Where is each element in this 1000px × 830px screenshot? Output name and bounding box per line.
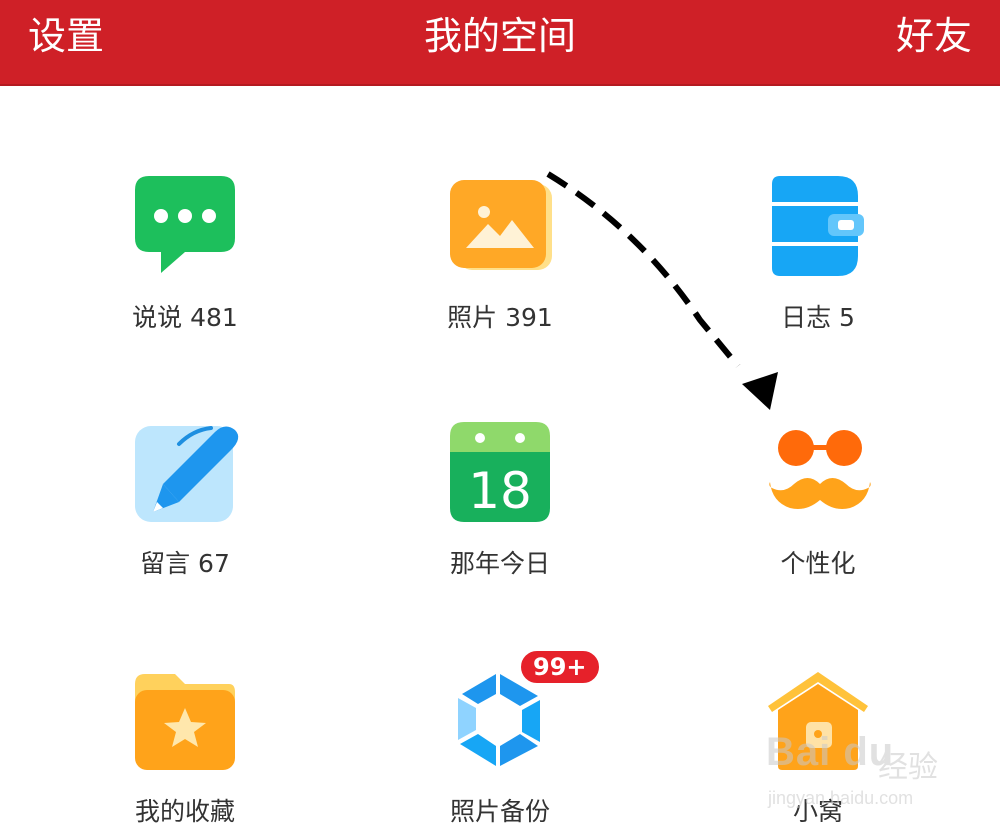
grid-item-shuoshuo[interactable]: 说说 481 [65, 176, 305, 376]
watermark-brand-cn: 经验 [878, 750, 938, 785]
calendar-icon: 18 [450, 422, 550, 522]
friends-button[interactable]: 好友 [896, 12, 972, 60]
speech-bubble-icon [135, 176, 235, 276]
settings-button[interactable]: 设置 [28, 12, 104, 60]
calendar-date-text: 18 [468, 462, 532, 520]
watermark-brand: Bai du [766, 730, 895, 774]
grid-item-diary[interactable]: 日志 5 [698, 176, 938, 376]
photo-album-icon [450, 176, 552, 276]
diary-icon [768, 176, 868, 276]
grid-item-label: 日志 5 [781, 303, 855, 332]
grid-item-this-day[interactable]: 18 那年今日 [380, 422, 620, 622]
watermark-url: jingyan.baidu.com [768, 788, 914, 808]
grid-item-personalize[interactable]: 个性化 [698, 422, 938, 622]
pen-icon [135, 422, 239, 522]
notification-badge: 99+ [518, 648, 602, 686]
grid-item-photos[interactable]: 照片 391 [380, 176, 620, 376]
grid-item-label: 我的收藏 [134, 797, 235, 826]
grid-item-label: 那年今日 [449, 549, 550, 578]
top-navigation-bar: 设置 我的空间 好友 [0, 0, 1000, 86]
grid-item-label: 照片备份 [449, 797, 550, 826]
star-folder-icon [135, 670, 235, 770]
grid-item-photo-backup[interactable]: 照片备份 [380, 670, 620, 830]
grid-item-favorites[interactable]: 我的收藏 [65, 670, 305, 830]
glasses-mustache-icon [768, 422, 871, 522]
grid-item-label: 照片 391 [447, 303, 553, 332]
baidu-watermark: Bai du 经验 jingyan.baidu.com [760, 716, 960, 826]
grid-item-label: 说说 481 [132, 303, 238, 332]
grid-item-messages[interactable]: 留言 67 [65, 422, 305, 622]
page-title: 我的空间 [423, 14, 576, 58]
grid-item-label: 个性化 [780, 549, 856, 578]
grid-item-label: 留言 67 [140, 549, 230, 578]
